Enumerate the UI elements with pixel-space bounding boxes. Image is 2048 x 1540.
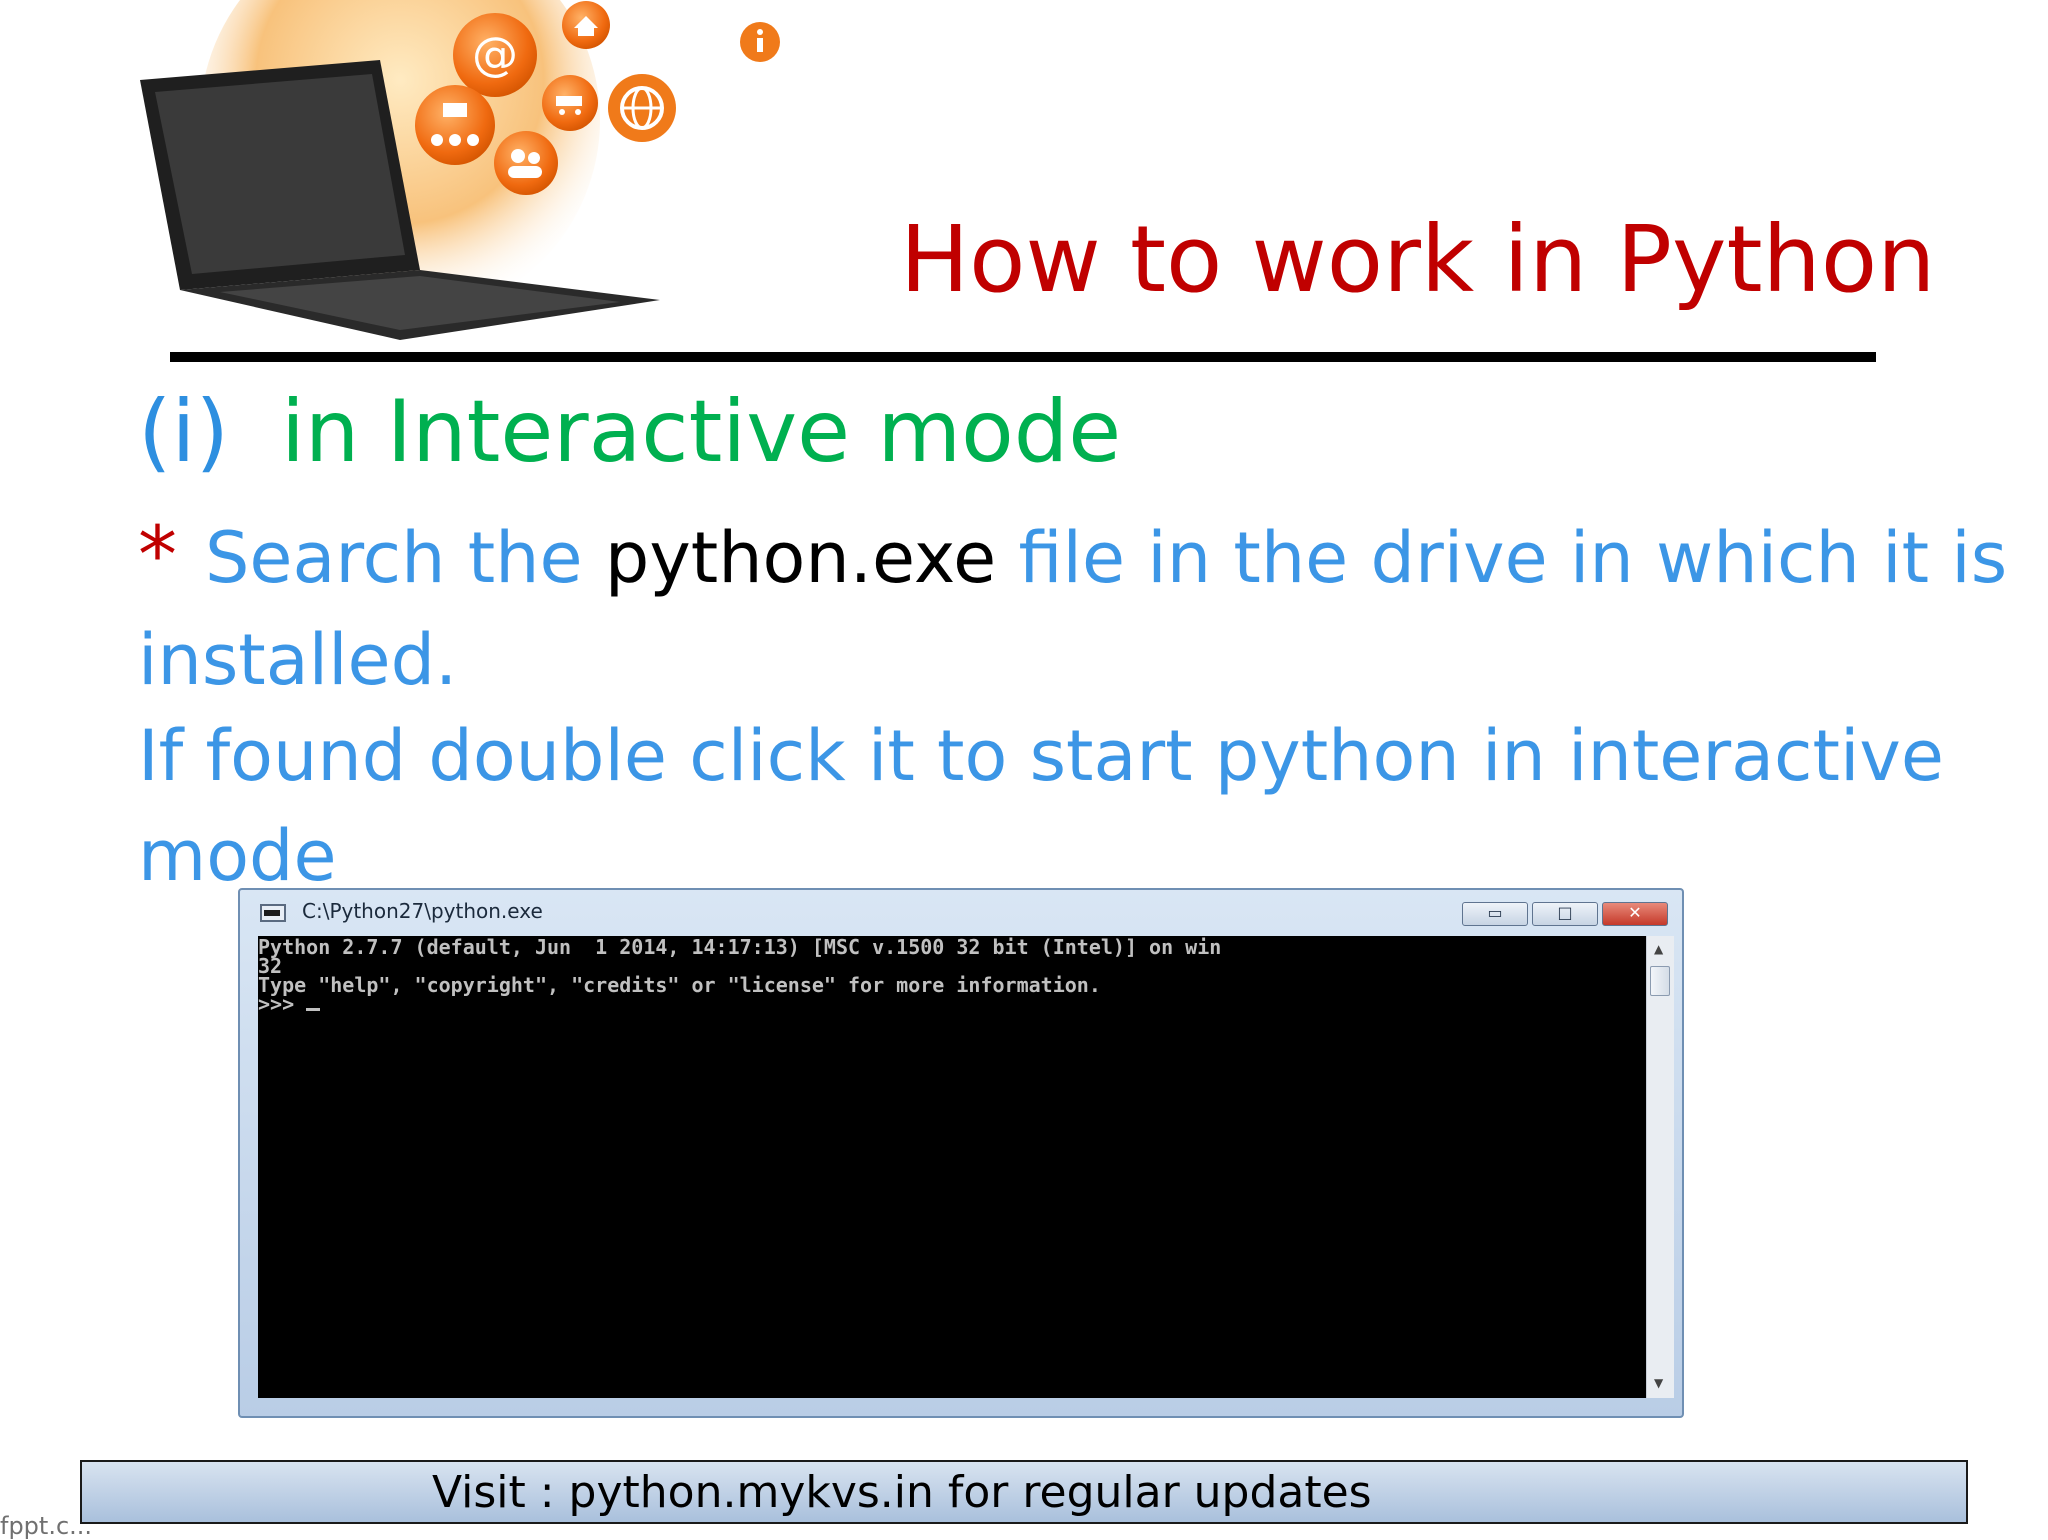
console-scrollbar[interactable]: ▲ ▼ [1646,936,1674,1398]
laptop-illustration: @ [140,0,660,340]
globe-icon [608,74,676,142]
minimize-button[interactable]: ▭ [1462,902,1528,926]
bullet-asterisk: * [138,511,177,601]
console-prompt: >>> [258,992,307,1016]
console-output-area[interactable]: Python 2.7.7 (default, Jun 1 2014, 14:17… [258,936,1646,1398]
close-button[interactable]: ✕ [1602,902,1668,926]
instruction-text-1b: file in the drive in which it is [1018,517,2008,599]
instruction-line-1: * Search the python.exe file in the drive… [138,508,2007,606]
scroll-up-arrow-icon[interactable]: ▲ [1654,942,1663,956]
maximize-button[interactable]: □ [1532,902,1598,926]
svg-text:@: @ [472,27,518,81]
section-heading-text: in Interactive mode [281,382,1122,482]
console-text: Python 2.7.7 (default, Jun 1 2014, 14:17… [258,935,1646,1016]
info-icon [740,22,780,62]
sitemap-icon [415,85,495,165]
console-cursor [306,1008,321,1011]
scroll-thumb[interactable] [1650,966,1670,996]
instruction-line-2: installed. [138,619,458,701]
footer-banner: Visit : python.mykvs.in for regular upda… [80,1460,1968,1524]
title-divider [170,352,1876,362]
section-heading: (i) in Interactive mode [138,380,1121,484]
users-icon [494,131,558,195]
footer-text: Visit : python.mykvs.in for regular upda… [432,1467,1372,1518]
console-app-icon[interactable] [260,904,286,922]
console-line-1: Python 2.7.7 (default, Jun 1 2014, 14:17… [258,935,1222,959]
console-titlebar[interactable]: C:\Python27\python.exe ▭ □ ✕ [240,890,1682,930]
slide-title: How to work in Python [900,206,1936,313]
section-number: (i) [138,382,229,482]
console-title: C:\Python27\python.exe [302,899,543,923]
console-prompt-line[interactable]: >>> [258,992,1646,1016]
scroll-down-arrow-icon[interactable]: ▼ [1654,1376,1663,1390]
instruction-line-3: If found double click it to start python… [138,715,1944,797]
console-window[interactable]: C:\Python27\python.exe ▭ □ ✕ Python 2.7.… [238,888,1684,1418]
console-line-3: Type "help", "copyright", "credits" or "… [258,973,1101,997]
python-exe-highlight: python.exe [604,517,997,599]
instruction-text-1a: Search the [205,517,583,599]
